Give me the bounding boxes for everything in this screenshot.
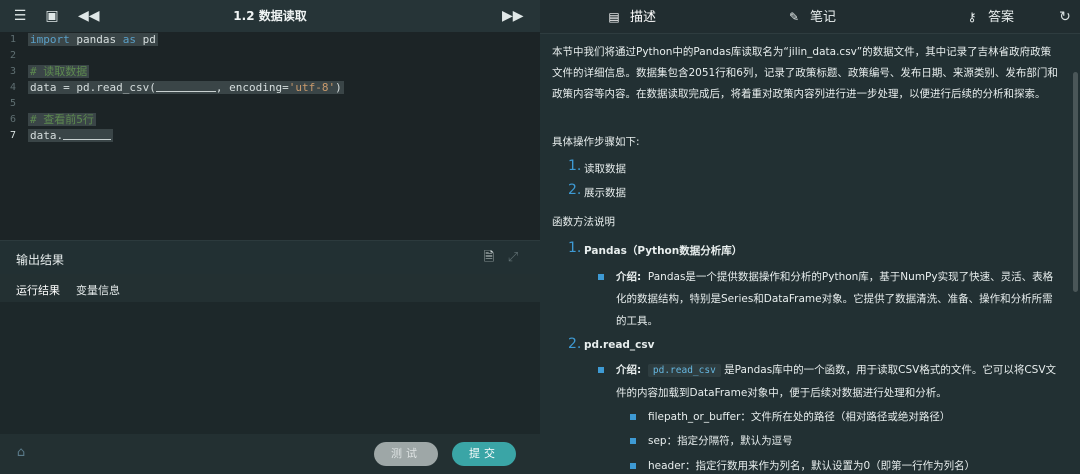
edit-icon: ✎ [788, 10, 800, 24]
tab-answer[interactable]: ⚷ 答案 [964, 0, 1014, 34]
list-item: 展示数据 [584, 187, 626, 199]
bullet-icon [598, 367, 604, 373]
output-body [0, 302, 540, 434]
param-item: sep：指定分隔符，默认为逗号 [648, 435, 793, 447]
right-tabs: ▤ 描述 ✎ 笔记 ⚷ 答案 ↻ [540, 0, 1080, 34]
output-title: 输出结果 [16, 253, 65, 267]
lesson-title: 1.2 数据读取 [233, 9, 307, 23]
code-line: 5 [0, 96, 540, 112]
line-number: 7 [9, 130, 16, 141]
robot-icon[interactable]: ⌂ [12, 444, 30, 462]
description-pane: ▤ 描述 ✎ 笔记 ⚷ 答案 ↻ 本节中我们将通过Python中的Pandas库读取名… [540, 0, 1080, 474]
key-icon: ⚷ [967, 10, 977, 24]
line-number: 3 [9, 66, 16, 77]
tab-describe[interactable]: ▤ 描述 [606, 0, 656, 34]
line-number: 6 [9, 114, 16, 125]
tab-variable-info[interactable]: 变量信息 [76, 282, 120, 298]
bullet-icon [630, 438, 636, 444]
bullet-icon [630, 414, 636, 420]
code-blank[interactable] [155, 81, 216, 92]
tab-notes[interactable]: ✎ 笔记 [786, 0, 836, 34]
code-pane: ☰ ▣ ◀◀ 1.2 数据读取 ▶▶ 1 import pandas as pd… [0, 0, 540, 474]
list-number: 1. [568, 240, 582, 256]
code-line: 6 # 查看前5行 [0, 112, 540, 128]
bullet-icon [598, 274, 604, 280]
editor-toolbar: ☰ ▣ ◀◀ 1.2 数据读取 ▶▶ [0, 0, 540, 32]
code-line: 4 data = pd.read_csv(, encoding='utf-8') [0, 80, 540, 96]
func-intro: 介绍: pd.read_csv 是Pandas库中的一个函数，用于读取CSV格式… [616, 364, 1057, 399]
list-number: 1. [568, 158, 582, 174]
line-number: 2 [9, 50, 16, 61]
intro-paragraph: 本节中我们将通过Python中的Pandas库读取名为“jilin_data.c… [552, 46, 1058, 100]
submit-button[interactable]: 提交 [452, 442, 516, 466]
line-number: 4 [9, 82, 16, 93]
list-number: 2. [568, 182, 582, 198]
document-icon: ▤ [608, 10, 620, 24]
bullet-icon [630, 463, 636, 469]
output-header: 输出结果 🗎 ⤢ [0, 240, 540, 274]
func-name: pd.read_csv [584, 339, 655, 351]
line-number: 1 [9, 34, 16, 45]
code-editor[interactable]: 1 import pandas as pd 2 3 # 读取数据 4 data … [0, 32, 540, 240]
code-line: 3 # 读取数据 [0, 64, 540, 80]
func-name: Pandas（Python数据分析库） [584, 245, 743, 257]
next-icon[interactable]: ▶▶ [502, 6, 524, 26]
app-window: ☰ ▣ ◀◀ 1.2 数据读取 ▶▶ 1 import pandas as pd… [0, 0, 1080, 474]
func-intro: 介绍: Pandas是一个提供数据操作和分析的Python库，基于NumPy实现… [616, 271, 1054, 327]
code-line: 1 import pandas as pd [0, 32, 540, 48]
code-blank[interactable] [63, 129, 112, 140]
code-line: 2 [0, 48, 540, 64]
output-tabs: 运行结果 变量信息 [0, 276, 540, 304]
action-bar: ⌂ 测试 提交 [0, 434, 540, 474]
code-line: 7 data. [0, 128, 540, 144]
test-button[interactable]: 测试 [374, 442, 438, 466]
steps-title: 具体操作步骤如下: [552, 136, 640, 148]
list-number: 2. [568, 336, 582, 352]
line-number: 5 [9, 98, 16, 109]
param-item: filepath_or_buffer：文件所在处的路径（相对路径或绝对路径） [648, 411, 951, 423]
tab-run-result[interactable]: 运行结果 [16, 282, 60, 304]
inline-code: pd.read_csv [647, 364, 721, 377]
list-item: 读取数据 [584, 163, 626, 175]
document-icon[interactable]: 🗎 [480, 249, 498, 267]
description-content: 本节中我们将通过Python中的Pandas库读取名为“jilin_data.c… [540, 34, 1080, 474]
param-item: header：指定行数用来作为列名，默认设置为0（即第一行作为列名） [648, 460, 976, 472]
refresh-icon[interactable]: ↻ [1056, 8, 1074, 26]
section-title: 函数方法说明 [552, 216, 615, 228]
scrollbar[interactable] [1073, 72, 1078, 292]
expand-icon[interactable]: ⤢ [504, 249, 522, 267]
